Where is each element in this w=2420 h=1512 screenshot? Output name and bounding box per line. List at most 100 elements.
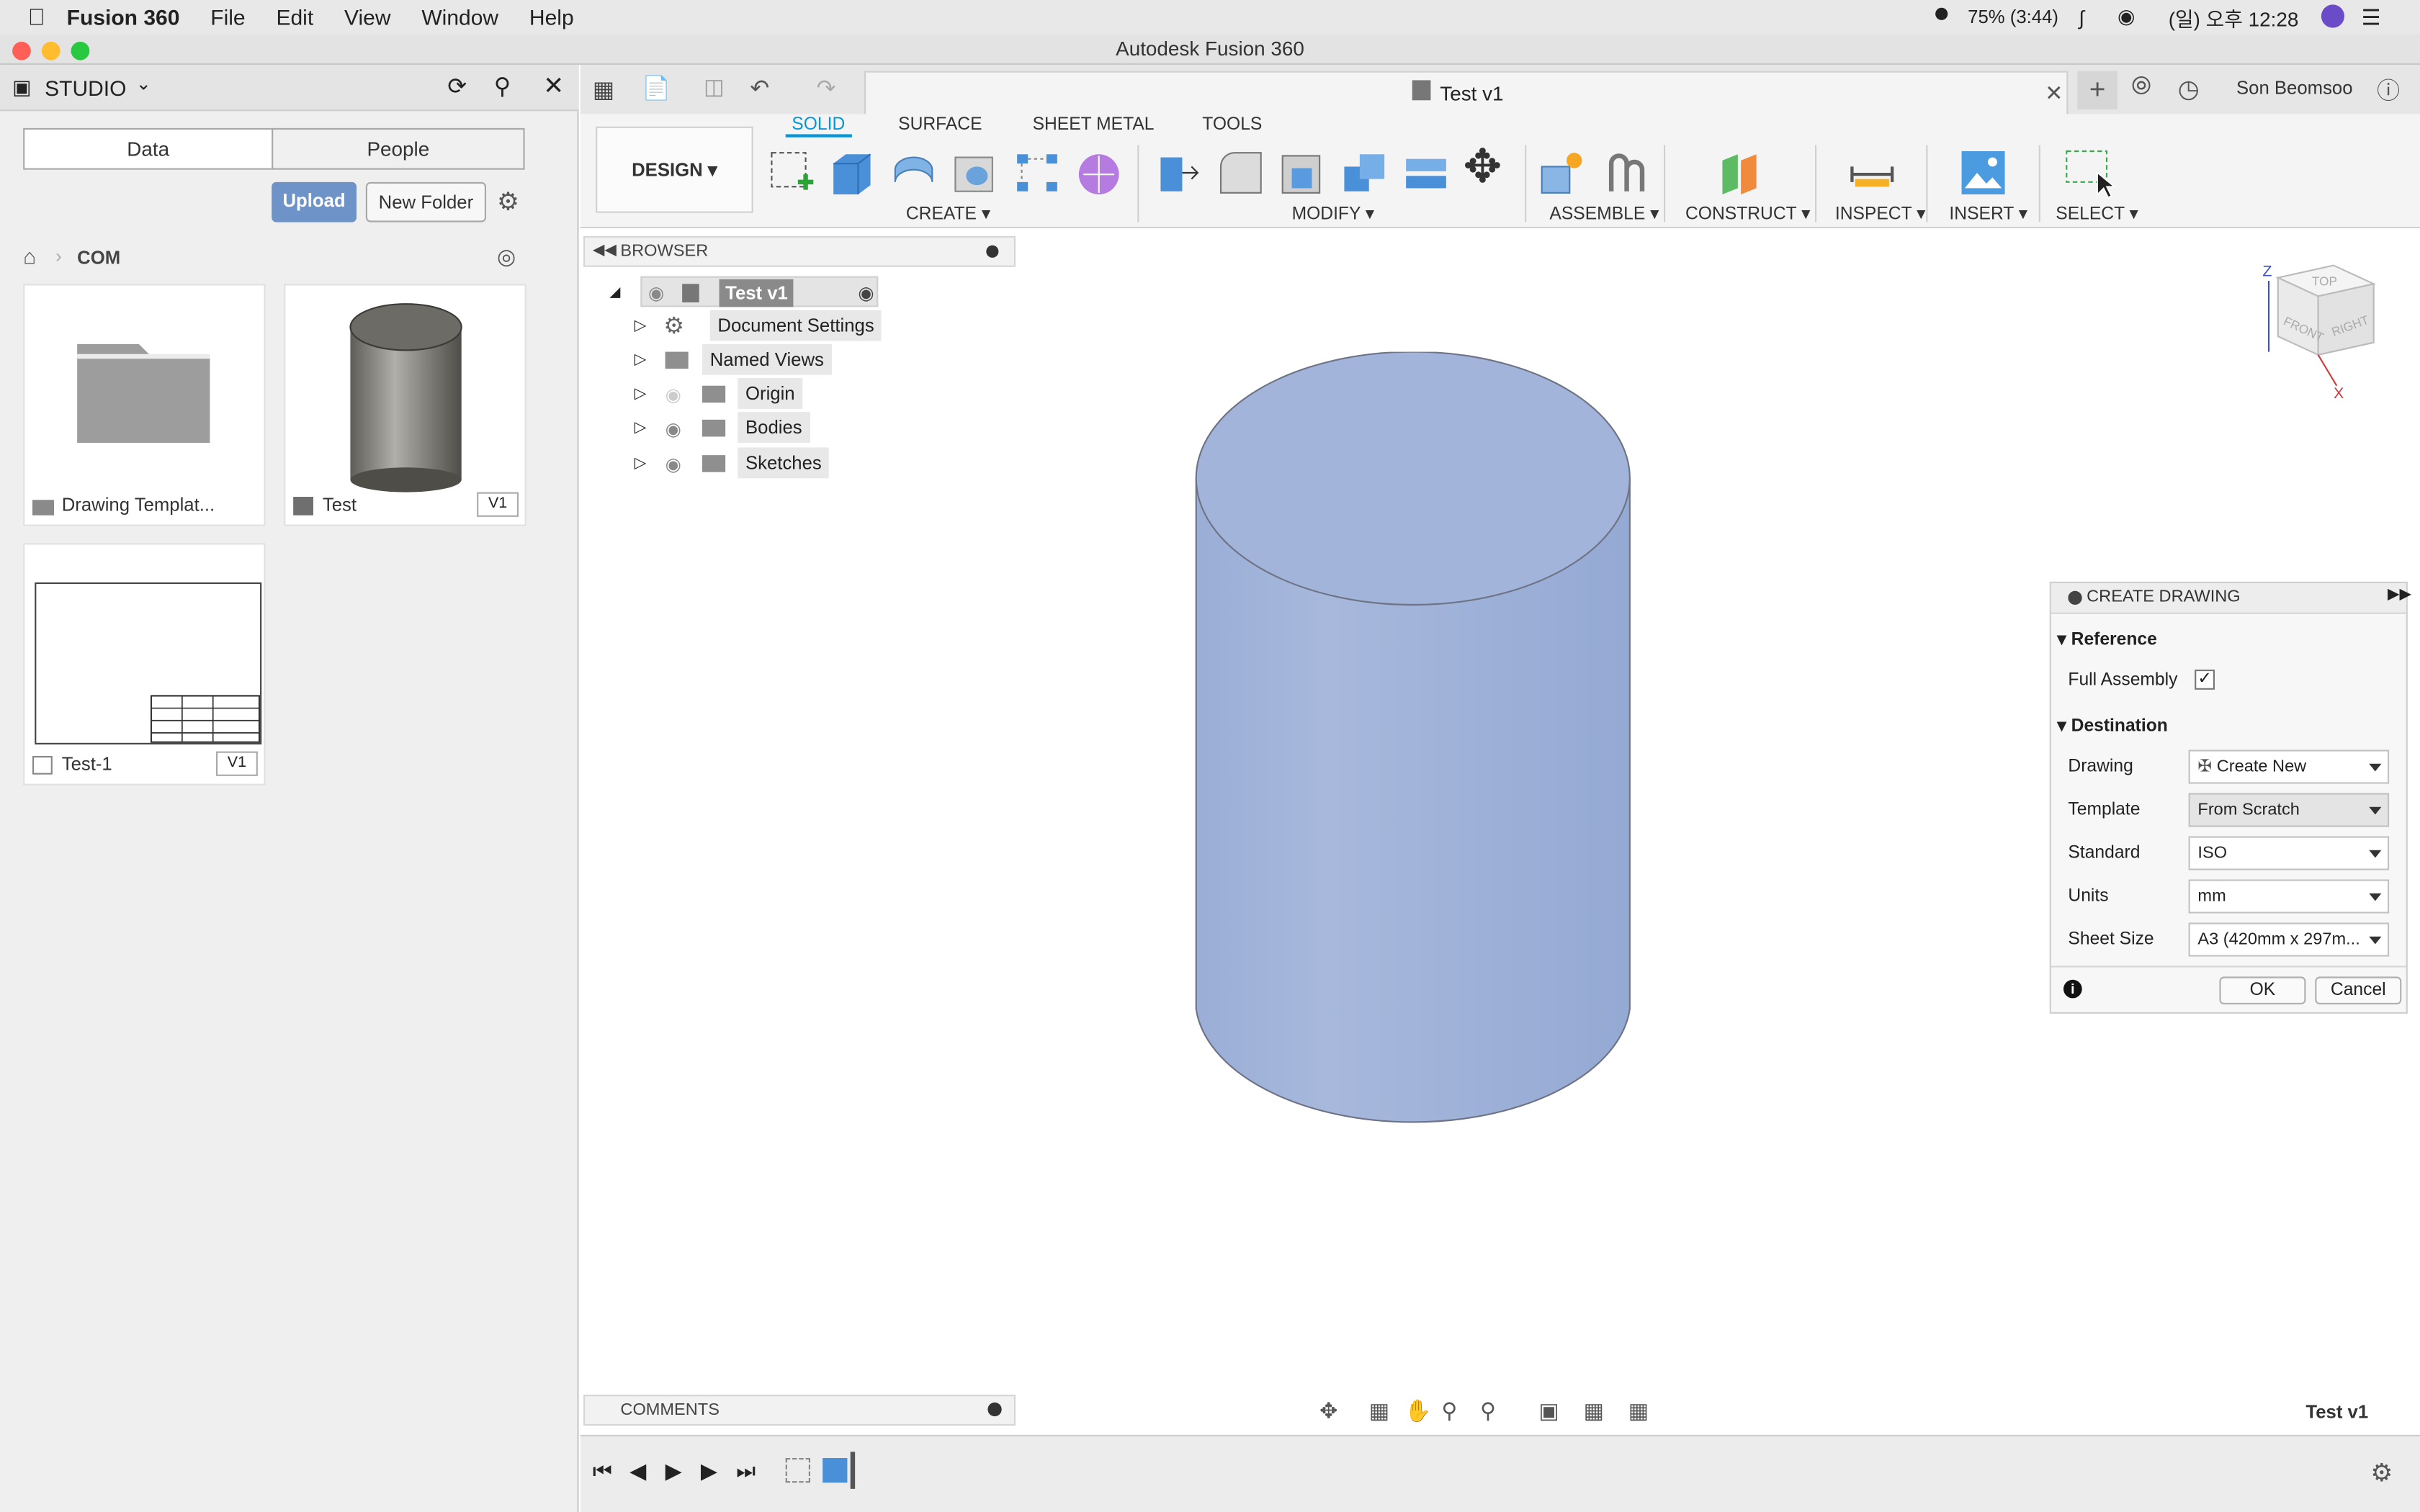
menu-help[interactable]: Help: [529, 4, 574, 29]
battery-status[interactable]: 75% (3:44): [1968, 6, 2058, 28]
go-to-end-icon[interactable]: ⏭: [736, 1458, 756, 1484]
combine-icon[interactable]: [1340, 148, 1389, 198]
user-name[interactable]: Son Beomsoo: [2236, 77, 2353, 99]
select-window-icon[interactable]: [2063, 145, 2119, 200]
create-form-icon[interactable]: [1074, 148, 1124, 198]
tab-sheet-metal[interactable]: SHEET METAL: [1033, 116, 1155, 135]
visibility-eye-icon[interactable]: ◉: [648, 278, 664, 309]
display-settings-icon[interactable]: ▣: [1538, 1398, 1559, 1423]
apple-icon[interactable]: : [28, 4, 45, 30]
hole-icon[interactable]: [951, 148, 1000, 198]
home-icon[interactable]: ⌂: [23, 244, 36, 269]
create-sketch-icon[interactable]: [767, 148, 817, 198]
studio-name[interactable]: STUDIO: [45, 76, 126, 100]
viewcube-top[interactable]: TOP: [2312, 274, 2337, 288]
node-bodies[interactable]: Bodies: [738, 412, 810, 443]
timeline-extrude-icon[interactable]: [823, 1457, 848, 1483]
move-copy-icon[interactable]: ✥: [1463, 144, 1502, 191]
node-origin[interactable]: Origin: [738, 378, 803, 409]
apps-grid-icon[interactable]: ▦: [593, 76, 614, 103]
close-window-button[interactable]: [12, 41, 31, 60]
timeline-sketch-icon[interactable]: [785, 1457, 810, 1483]
offset-face-icon[interactable]: [1402, 148, 1451, 198]
upload-button[interactable]: Upload: [272, 181, 357, 222]
expand-root-icon[interactable]: ◢: [609, 276, 620, 307]
pan-icon[interactable]: ✋: [1404, 1398, 1431, 1423]
step-back-icon[interactable]: ◀: [629, 1458, 646, 1484]
bluetooth-icon[interactable]: ∫: [2079, 6, 2084, 29]
redo-icon[interactable]: ↷: [817, 74, 836, 102]
search-icon[interactable]: ⚲: [494, 73, 511, 100]
job-status-icon[interactable]: ◷: [2178, 74, 2200, 105]
control-center-icon[interactable]: ☰: [2362, 4, 2381, 30]
standard-select[interactable]: ISO: [2188, 836, 2390, 870]
drawing-select[interactable]: ✠ Create New: [2188, 750, 2390, 784]
viewports-icon[interactable]: ▦: [1628, 1398, 1649, 1423]
clock[interactable]: (일) 오후 12:28: [2169, 2, 2299, 32]
step-forward-icon[interactable]: ▶: [701, 1458, 717, 1484]
info-icon[interactable]: i: [2063, 979, 2082, 999]
joint-icon[interactable]: [1602, 148, 1652, 198]
browser-minimize-icon[interactable]: [986, 245, 999, 258]
dialog-minimize-icon[interactable]: [2068, 590, 2082, 605]
file-card-test-1[interactable]: Test-1 V1: [23, 543, 266, 786]
create-menu[interactable]: CREATE ▾: [906, 202, 990, 224]
assemble-menu[interactable]: ASSEMBLE ▾: [1549, 202, 1659, 224]
version-badge[interactable]: V1: [216, 751, 258, 776]
expand-icon[interactable]: ▷: [635, 379, 647, 410]
file-menu-icon[interactable]: 📄: [642, 74, 671, 102]
section-reference[interactable]: ▾ Reference: [2057, 628, 2156, 649]
extensions-icon[interactable]: ⦾: [2131, 74, 2151, 102]
version-badge[interactable]: V1: [477, 492, 519, 517]
siri-icon[interactable]: [2321, 4, 2344, 28]
fillet-icon[interactable]: [1216, 148, 1266, 198]
pattern-icon[interactable]: [1013, 148, 1062, 198]
refresh-icon[interactable]: ⟳: [447, 73, 467, 100]
cancel-button[interactable]: Cancel: [2315, 976, 2402, 1004]
grid-settings-icon[interactable]: ▦: [1584, 1398, 1604, 1423]
section-destination[interactable]: ▾ Destination: [2057, 714, 2167, 736]
wifi-icon[interactable]: ◉: [2118, 4, 2135, 29]
visibility-eye-icon[interactable]: ◉: [666, 449, 681, 480]
look-at-icon[interactable]: ▦: [1369, 1398, 1389, 1423]
settings-gear-icon[interactable]: ⚙: [497, 186, 519, 217]
menu-edit[interactable]: Edit: [276, 4, 313, 29]
menu-view[interactable]: View: [344, 4, 390, 29]
new-component-icon[interactable]: [1537, 148, 1587, 198]
undo-icon[interactable]: ↶: [750, 74, 769, 102]
file-card-drawing-templates[interactable]: Drawing Templat...: [23, 284, 266, 526]
globe-icon[interactable]: ◎: [497, 244, 516, 270]
new-tab-plus-icon[interactable]: +: [2077, 71, 2118, 110]
browser-root[interactable]: ◉ Test v1 ◉: [640, 276, 879, 309]
zoom-window-button[interactable]: [71, 41, 90, 60]
tab-people[interactable]: People: [272, 127, 525, 170]
visibility-eye-icon[interactable]: ◉: [666, 413, 681, 444]
cylinder-body[interactable]: [1188, 351, 1639, 1142]
tab-tools[interactable]: TOOLS: [1202, 116, 1262, 135]
chevron-down-icon[interactable]: ⌄: [136, 73, 152, 94]
expand-dialog-icon[interactable]: ▶▶: [2388, 586, 2411, 603]
insert-menu[interactable]: INSERT ▾: [1949, 202, 2027, 224]
construct-menu[interactable]: CONSTRUCT ▾: [1685, 202, 1810, 224]
template-select[interactable]: From Scratch: [2188, 793, 2390, 827]
document-tab[interactable]: Test v1 ✕: [864, 71, 2069, 114]
view-cube[interactable]: TOP FRONT RIGHT Z X: [2257, 259, 2393, 408]
expand-icon[interactable]: ▷: [635, 413, 647, 444]
modify-menu[interactable]: MODIFY ▾: [1292, 202, 1375, 224]
timeline-settings-gear-icon[interactable]: ⚙: [2370, 1458, 2393, 1489]
workspace-switcher[interactable]: DESIGN ▾: [596, 126, 753, 213]
expand-icon[interactable]: ▷: [635, 346, 647, 377]
minimize-window-button[interactable]: [41, 41, 60, 60]
node-sketches[interactable]: Sketches: [738, 447, 830, 479]
ok-button[interactable]: OK: [2219, 976, 2306, 1004]
activate-radio-icon[interactable]: ◉: [858, 278, 874, 309]
expand-icon[interactable]: ▷: [635, 312, 647, 343]
help-icon[interactable]: ⓘ: [2377, 74, 2400, 107]
file-card-test[interactable]: Test V1: [284, 284, 526, 526]
tab-surface[interactable]: SURFACE: [898, 116, 982, 135]
sheet-size-select[interactable]: A3 (420mm x 297m...: [2188, 922, 2390, 957]
breadcrumb[interactable]: COM: [77, 247, 120, 269]
new-folder-button[interactable]: New Folder: [365, 181, 486, 222]
dialog-header[interactable]: CREATE DRAWING ▶▶: [2051, 583, 2411, 614]
shell-icon[interactable]: [1278, 148, 1327, 198]
